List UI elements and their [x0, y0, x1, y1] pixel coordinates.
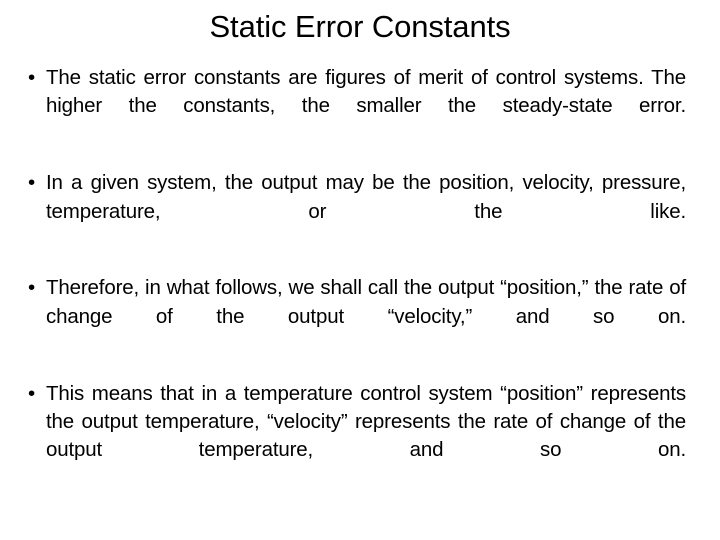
bullet-item-text: Therefore, in what follows, we shall cal… — [46, 276, 686, 328]
bullet-item-text: This means that in a temperature control… — [46, 381, 686, 462]
bullet-item-text: In a given system, the output may be the… — [46, 171, 686, 223]
slide-body: • The static error constants are figures… — [26, 64, 686, 493]
bullet-list-item: • Therefore, in what follows, we shall c… — [26, 274, 686, 359]
bullet-list-item: • The static error constants are figures… — [26, 64, 686, 149]
page-title: Static Error Constants — [209, 9, 511, 44]
bullet-point-icon: • — [28, 381, 36, 405]
slide-canvas: Static Error Constants • The static erro… — [0, 0, 720, 540]
bullet-point-icon: • — [28, 171, 36, 195]
bullet-point-icon: • — [28, 66, 36, 89]
bullet-list-item: • This means that in a temperature contr… — [26, 380, 686, 494]
bullet-list-item: • In a given system, the output may be t… — [26, 169, 686, 254]
bullet-point-icon: • — [28, 276, 36, 300]
bullet-item-text: The static error constants are figures o… — [46, 66, 686, 118]
